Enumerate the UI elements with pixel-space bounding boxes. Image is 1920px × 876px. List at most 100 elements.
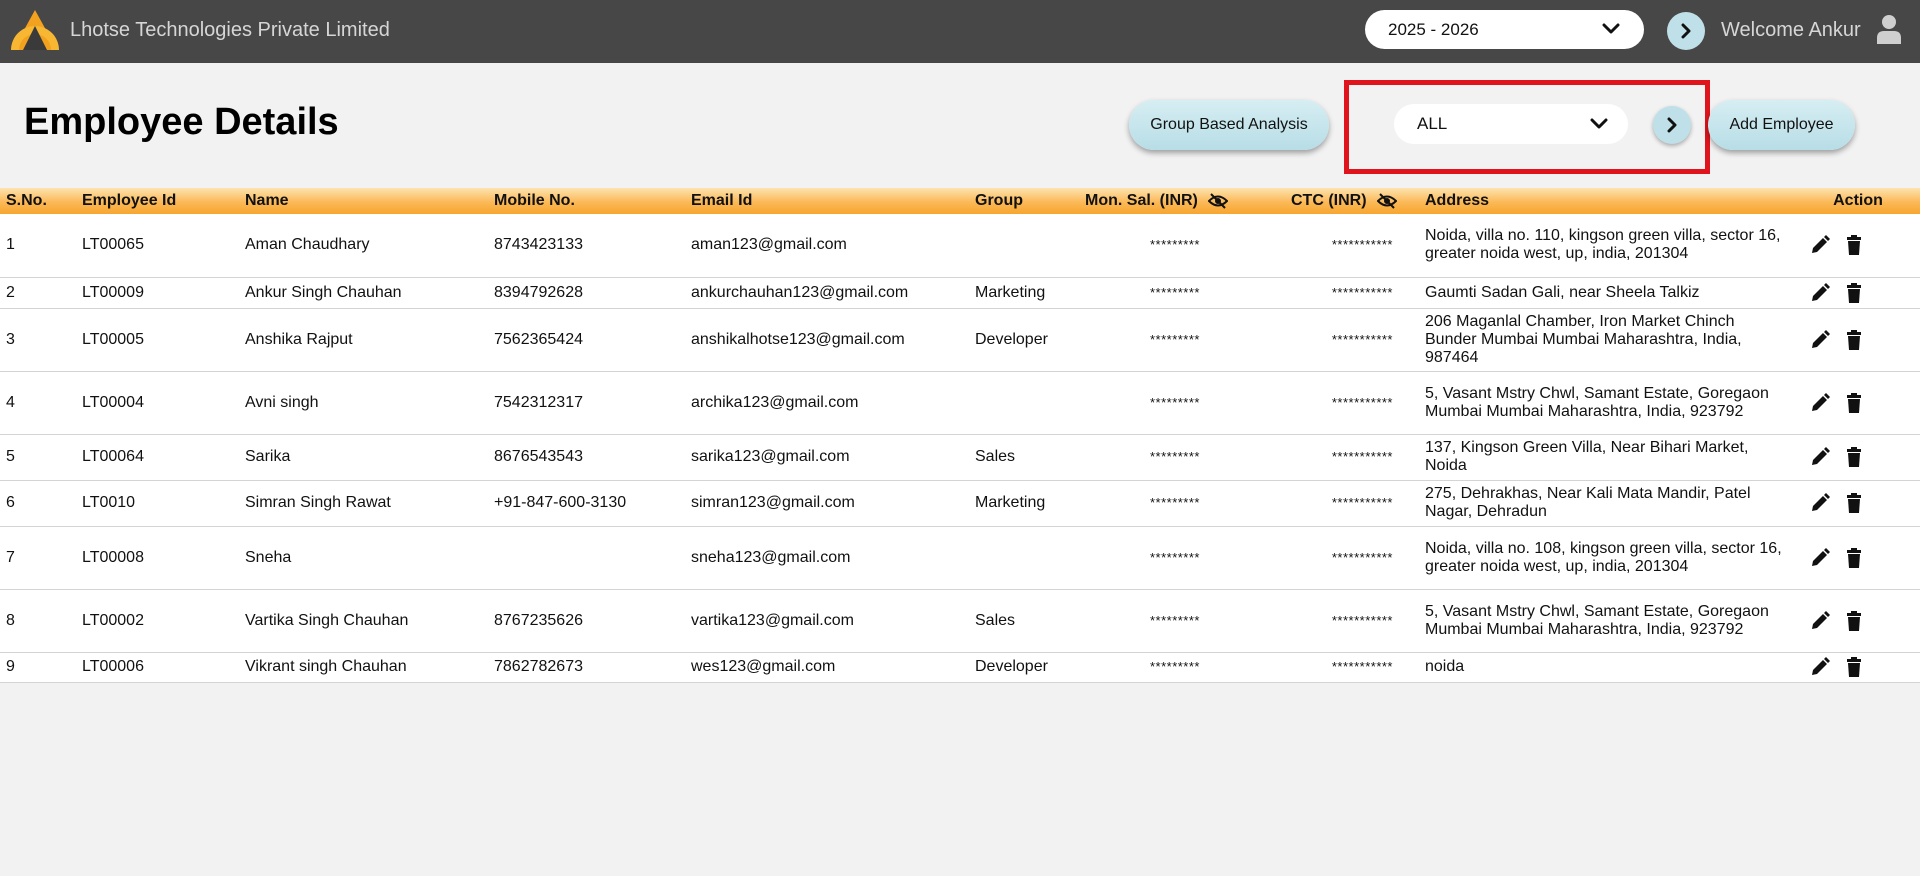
cell-group: Developer — [975, 330, 1048, 348]
eye-slash-icon[interactable] — [1377, 193, 1397, 209]
cell-action — [1790, 277, 1920, 308]
col-ctc: CTC (INR) — [1225, 188, 1405, 214]
pencil-icon[interactable] — [1810, 447, 1830, 467]
cell-ctc: *********** — [1331, 549, 1393, 565]
group-based-analysis-button[interactable]: Group Based Analysis — [1129, 100, 1329, 150]
table-row: 2 LT00009 Ankur Singh Chauhan 8394792628 ank… — [0, 277, 1920, 308]
financial-year-select[interactable]: 2025 - 2026 — [1365, 10, 1644, 49]
cell-address: Gaumti Sadan Gali, near Sheela Talkiz — [1425, 283, 1700, 301]
trash-icon[interactable] — [1844, 392, 1864, 413]
col-monthly-salary: Mon. Sal. (INR) — [1079, 188, 1229, 214]
cell-action — [1790, 526, 1920, 589]
col-name: Name — [245, 192, 289, 209]
add-employee-button[interactable]: Add Employee — [1708, 100, 1855, 150]
cell-sno: 8 — [6, 611, 15, 629]
chevron-down-icon — [1602, 23, 1620, 34]
cell-monthly-salary: ********* — [1149, 549, 1200, 565]
cell-ctc: *********** — [1331, 659, 1393, 674]
cell-sno: 1 — [6, 236, 15, 254]
cell-ctc: *********** — [1331, 331, 1393, 347]
cell-employee-id: LT00008 — [82, 548, 144, 566]
table-row: 3 LT00005 Anshika Rajput 7562365424 anshikal… — [0, 308, 1920, 371]
trash-icon[interactable] — [1844, 657, 1864, 677]
cell-action — [1790, 652, 1920, 682]
trash-icon[interactable] — [1844, 282, 1864, 303]
cell-name: Avni singh — [245, 393, 319, 411]
cell-sno: 3 — [6, 330, 15, 348]
cell-employee-id: LT00065 — [82, 236, 144, 254]
col-sno: S.No. — [6, 192, 47, 209]
group-filter-select[interactable]: ALL — [1394, 104, 1628, 144]
cell-mobile: 7862782673 — [494, 658, 583, 675]
cell-ctc: *********** — [1331, 394, 1393, 410]
cell-sno: 7 — [6, 548, 15, 566]
cell-monthly-salary: ********* — [1149, 612, 1200, 628]
table-row: 8 LT00002 Vartika Singh Chauhan 8767235626 v… — [0, 589, 1920, 652]
chevron-down-icon — [1590, 118, 1608, 129]
table-row: 9 LT00006 Vikrant singh Chauhan 7862782673 w… — [0, 652, 1920, 682]
page-title: Employee Details — [24, 101, 339, 143]
cell-group: Sales — [975, 448, 1016, 465]
cell-mobile: 7542312317 — [494, 393, 583, 411]
trash-icon[interactable] — [1844, 329, 1864, 350]
group-filter-go-button[interactable] — [1653, 106, 1691, 144]
trash-icon[interactable] — [1844, 547, 1864, 568]
table-body: 1 LT00065 Aman Chaudhary 8743423133 aman123@… — [0, 214, 1920, 682]
cell-group: Developer — [975, 658, 1048, 675]
pencil-icon[interactable] — [1810, 610, 1830, 631]
cell-group: Marketing — [975, 283, 1046, 301]
cell-name: Ankur Singh Chauhan — [245, 283, 402, 301]
cell-employee-id: LT00002 — [82, 611, 144, 629]
cell-ctc: *********** — [1331, 284, 1393, 300]
cell-mobile: +91-847-600-3130 — [494, 494, 627, 511]
cell-name: Sneha — [245, 548, 292, 566]
cell-employee-id: LT00009 — [82, 283, 144, 301]
financial-year-value: 2025 - 2026 — [1388, 20, 1479, 39]
table-row: 7 LT00008 Sneha sneha123@gmail.com *********… — [0, 526, 1920, 589]
table-row: 6 LT0010 Simran Singh Rawat +91-847-600-313… — [0, 480, 1920, 526]
chevron-right-icon — [1681, 23, 1691, 39]
cell-monthly-salary: ********* — [1149, 449, 1200, 464]
trash-icon[interactable] — [1844, 610, 1864, 631]
group-filter-value: ALL — [1417, 114, 1448, 133]
pencil-icon[interactable] — [1810, 329, 1830, 350]
pencil-icon[interactable] — [1810, 392, 1830, 413]
cell-email: archika123@gmail.com — [691, 393, 859, 411]
cell-group — [969, 214, 1079, 277]
cell-ctc: *********** — [1331, 612, 1393, 628]
col-employee-id: Employee Id — [82, 192, 177, 209]
cell-email: simran123@gmail.com — [691, 494, 855, 511]
pencil-icon[interactable] — [1810, 547, 1830, 568]
cell-sno: 9 — [6, 658, 15, 675]
user-icon[interactable] — [1876, 14, 1902, 44]
year-go-button[interactable] — [1667, 12, 1705, 50]
cell-email: sarika123@gmail.com — [691, 448, 850, 465]
cell-address: Noida, villa no. 108, kingson green vill… — [1425, 539, 1782, 575]
pencil-icon[interactable] — [1810, 657, 1830, 677]
cell-email: anshikalhotse123@gmail.com — [691, 330, 905, 348]
cell-mobile: 8767235626 — [494, 611, 583, 629]
top-bar: Lhotse Technologies Private Limited 2025… — [0, 0, 1920, 63]
pencil-icon[interactable] — [1810, 235, 1830, 255]
pencil-icon[interactable] — [1810, 493, 1830, 513]
trash-icon[interactable] — [1844, 447, 1864, 467]
employee-table: S.No. Employee Id Name Mobile No. Email … — [0, 188, 1920, 683]
pencil-icon[interactable] — [1810, 282, 1830, 303]
trash-icon[interactable] — [1844, 493, 1864, 513]
cell-name: Vartika Singh Chauhan — [245, 611, 409, 629]
eye-slash-icon[interactable] — [1208, 193, 1229, 209]
cell-monthly-salary: ********* — [1149, 331, 1200, 347]
cell-ctc: *********** — [1331, 495, 1393, 510]
cell-employee-id: LT00005 — [82, 330, 144, 348]
col-monthly-salary-label: Mon. Sal. (INR) — [1085, 192, 1198, 209]
cell-sno: 2 — [6, 283, 15, 301]
cell-email: vartika123@gmail.com — [691, 611, 854, 629]
chevron-right-icon — [1667, 117, 1677, 133]
trash-icon[interactable] — [1844, 235, 1864, 256]
col-mobile: Mobile No. — [494, 192, 575, 209]
cell-name: Simran Singh Rawat — [245, 494, 391, 511]
cell-employee-id: LT00006 — [82, 658, 144, 675]
cell-employee-id: LT00064 — [82, 448, 144, 465]
cell-sno: 4 — [6, 393, 15, 411]
cell-action — [1790, 589, 1920, 652]
